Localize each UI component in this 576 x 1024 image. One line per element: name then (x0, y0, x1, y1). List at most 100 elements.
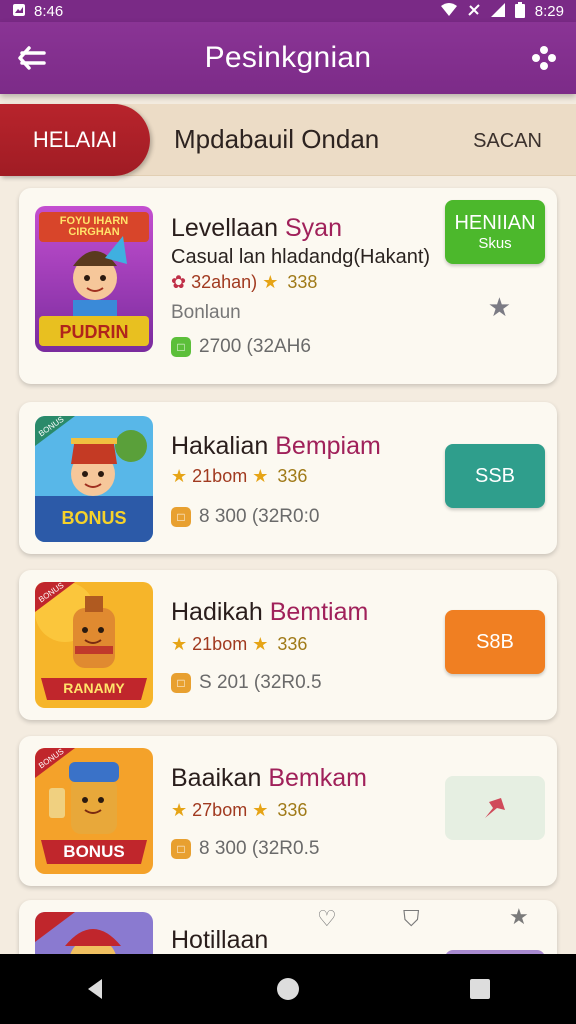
star-icon: ★ (252, 466, 269, 486)
rating-line: ✿ 32ahan) ★ 338 (171, 272, 317, 293)
nav-home-button[interactable] (258, 959, 318, 1019)
star-icon: ★ (252, 800, 269, 820)
page-title: Pesinkgnian (204, 41, 372, 74)
favorite-star-icon[interactable]: ★ (509, 904, 529, 930)
notification-icon (12, 3, 26, 19)
card-title-main: Hadikah (171, 598, 263, 626)
status-time-left: 8:46 (34, 2, 64, 20)
coin-icon: □ (171, 507, 191, 527)
status-right: 8:29 (440, 2, 564, 20)
card-title-main: Baaikan (171, 764, 262, 792)
flower-icon: ✿ (171, 272, 187, 292)
thumb-bottom-text: PUDRIN (59, 322, 129, 342)
wishlist-button[interactable] (445, 776, 545, 840)
rating-number: 336 (277, 634, 308, 654)
card-title-accent: Bempiam (275, 432, 381, 460)
rating-line: ★ 27bom ★ 336 (171, 800, 307, 821)
card-title: Baaikan Bemkam (171, 764, 367, 793)
star-icon: ★ (252, 634, 269, 654)
list-item[interactable]: BONUS BONUS Baaikan Bemkam ★ 27bom ★ 336… (19, 736, 557, 886)
wifi-icon (440, 3, 457, 19)
nav-recents-button[interactable] (450, 959, 510, 1019)
card-subtitle: Casual lan hladandg(Hakant) (171, 246, 431, 268)
game-thumbnail[interactable]: BONUS BONUS (35, 416, 153, 542)
rating-line: ★ 21bom ★ 336 (171, 466, 307, 487)
app-bar: Pesinkgnian (0, 22, 576, 94)
price-button-label: S8B (476, 630, 514, 653)
list-item[interactable]: BONUS RANAMY Hadikah Bemtiam ★ 21bom ★ 3… (19, 570, 557, 720)
card-title-main: Hakalian (171, 432, 269, 460)
star-icon: ★ (171, 634, 188, 654)
card-title-main: Hotillaan (171, 926, 269, 954)
card-title: Hadikah Bemtiam (171, 598, 368, 627)
meta-text: S 201 (32R0.5 (199, 672, 322, 693)
rating-line: ★ 21bom ★ 336 (171, 634, 307, 655)
meta-text: 8 300 (32R0.5 (199, 838, 320, 859)
pin-icon (485, 798, 505, 818)
install-button[interactable]: HENIIAN Skus (445, 200, 545, 264)
game-thumbnail[interactable]: BONUS RANAMY (35, 582, 153, 708)
meta-line: □ S 201 (32R0.5 (171, 672, 322, 694)
back-arrow-icon (18, 46, 46, 70)
dots-menu-icon (532, 46, 556, 70)
card-title-accent: Bemtiam (269, 598, 369, 626)
thumb-bottom-text: RANAMY (63, 680, 125, 696)
rating-number: 336 (277, 800, 308, 820)
thumb-bottom-text: BONUS (63, 842, 125, 861)
tab-title[interactable]: Mpdabauil Ondan (174, 124, 379, 155)
meta-line: □ 8 300 (32R0:0 (171, 506, 319, 528)
coin-icon: □ (171, 337, 191, 357)
favorite-star-icon[interactable]: ★ (488, 292, 511, 323)
list-item[interactable]: FOYU IHARN CIRGHAN PUDRIN Levellaan Syan… (19, 188, 557, 384)
meta-text: 8 300 (32R0:0 (199, 506, 320, 527)
card-title: Hakalian Bempiam (171, 432, 381, 461)
status-time-right: 8:29 (534, 2, 564, 20)
cell-signal-icon (490, 3, 505, 19)
rating-number: 338 (287, 272, 318, 292)
card-title-accent: Bemkam (268, 764, 367, 792)
price-button-label: SSB (474, 464, 516, 487)
meta-line: □ 8 300 (32R0.5 (171, 838, 319, 860)
rating-text: 27bom (192, 800, 248, 820)
menu-button[interactable] (526, 40, 562, 76)
coin-icon: □ (171, 839, 191, 859)
list-item[interactable]: BONUS BONUS Hakalian Bempiam ★ 21bom ★ 3… (19, 402, 557, 554)
coin-icon: □ (171, 673, 191, 693)
game-thumbnail[interactable]: BONUS BONUS (35, 748, 153, 874)
rating-text: 32ahan) (191, 272, 258, 292)
install-button-label: HENIIAN (454, 212, 536, 234)
tabs-row: HELAIAI Mpdabauil Ondan SACAN (0, 104, 576, 176)
meta-text: 2700 (32AH6 (199, 336, 311, 357)
card-title-accent: Syan (284, 214, 342, 242)
thumb-top-text: FOYU IHARN CIRGHAN (59, 215, 129, 238)
price-button[interactable]: S8B (445, 610, 545, 674)
status-left: 8:46 (12, 3, 63, 20)
heart-badge-icon[interactable]: ♡ (317, 906, 337, 932)
rating-text: 21bom (192, 634, 248, 654)
card-title-main: Levellaan (171, 214, 279, 242)
install-button-sublabel: Skus (478, 235, 512, 252)
card-title: Levellaan Syan (171, 214, 342, 243)
back-triangle-icon (88, 979, 102, 999)
price-button[interactable]: SSB (445, 444, 545, 508)
game-thumbnail[interactable]: FOYU IHARN CIRGHAN PUDRIN (35, 206, 153, 352)
recents-square-icon (470, 979, 490, 999)
nav-back-button[interactable] (66, 959, 126, 1019)
card-extra: Bonlaun (171, 302, 241, 323)
star-icon: ★ (171, 800, 188, 820)
rating-number: 336 (277, 466, 308, 486)
rating-text: 21bom (192, 466, 248, 486)
thumb-bottom-text: BONUS (61, 508, 127, 528)
battery-icon (514, 2, 525, 20)
star-icon: ★ (262, 272, 279, 292)
status-bar: 8:46 8:29 (0, 0, 576, 22)
bag-icon[interactable]: ⛉ (403, 906, 420, 932)
star-icon: ★ (171, 466, 188, 486)
tab-search[interactable]: SACAN (473, 130, 542, 153)
navigation-bar (0, 954, 576, 1024)
signal-extra-icon (467, 3, 481, 19)
card-title: Hotillaan (171, 926, 268, 955)
meta-line: □ 2700 (32AH6 (171, 336, 311, 358)
back-button[interactable] (14, 40, 50, 76)
tab-active[interactable]: HELAIAI (0, 104, 150, 176)
